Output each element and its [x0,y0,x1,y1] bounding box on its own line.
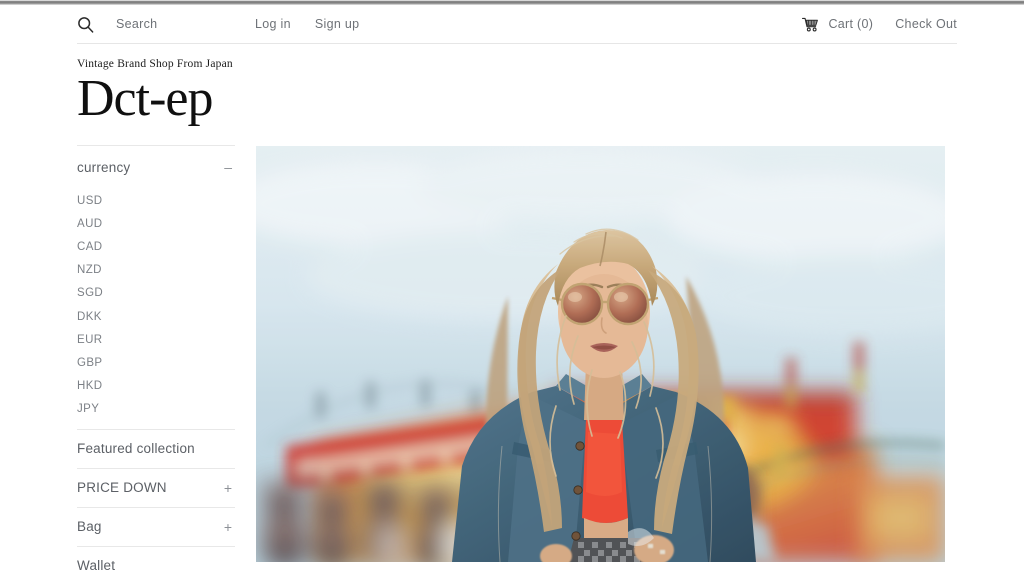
currency-option-hkd[interactable]: HKD [77,375,235,398]
auth-links: Log in Sign up [255,5,359,43]
currency-option-aud[interactable]: AUD [77,212,235,235]
cart-icon [802,17,819,32]
cart-checkout-group: Cart (0) Check Out [802,5,957,43]
signup-link[interactable]: Sign up [315,17,360,31]
cart-button[interactable]: Cart (0) [802,17,873,32]
sidebar-item-label: Featured collection [77,441,195,457]
hero-image[interactable] [256,146,945,562]
currency-option-jpy[interactable]: JPY [77,398,235,421]
sidebar-nav: currency – USD AUD CAD NZD SGD DKK EUR G… [77,145,235,585]
sidebar-item-label: PRICE DOWN [77,480,167,496]
sidebar-item-wallet[interactable]: Wallet [77,547,235,585]
currency-option-dkk[interactable]: DKK [77,305,235,328]
currency-option-usd[interactable]: USD [77,189,235,212]
search-label: Search [116,17,158,31]
currency-option-nzd[interactable]: NZD [77,259,235,282]
checkout-link[interactable]: Check Out [895,17,957,31]
header-divider [77,43,957,44]
brand-tagline: Vintage Brand Shop From Japan [77,58,233,70]
currency-option-cad[interactable]: CAD [77,235,235,258]
utility-bar: Search Log in Sign up Cart (0) Check Out [0,5,1024,43]
minus-icon[interactable]: – [224,160,235,174]
sidebar-group-currency-label: currency [77,159,131,175]
sidebar-item-price-down[interactable]: PRICE DOWN + [77,469,235,507]
brand-block: Vintage Brand Shop From Japan Dct-ep [77,58,377,127]
currency-option-sgd[interactable]: SGD [77,282,235,305]
currency-option-eur[interactable]: EUR [77,328,235,351]
sidebar-group-currency[interactable]: currency – [77,146,235,188]
sidebar-item-bag[interactable]: Bag + [77,508,235,546]
search-group: Search [77,5,157,43]
plus-icon[interactable]: + [224,481,235,495]
sidebar-item-featured-collection[interactable]: Featured collection [77,430,235,468]
cart-label[interactable]: Cart (0) [828,17,873,31]
search-button[interactable]: Search [77,16,157,33]
sidebar-item-label: Wallet [77,558,116,574]
plus-icon[interactable]: + [224,520,235,534]
sidebar-item-label: Bag [77,519,102,535]
currency-option-list: USD AUD CAD NZD SGD DKK EUR GBP HKD JPY [77,188,235,429]
search-icon [77,16,94,33]
brand-logo[interactable]: Dct-ep [77,71,377,127]
currency-option-gbp[interactable]: GBP [77,351,235,374]
login-link[interactable]: Log in [255,17,291,31]
